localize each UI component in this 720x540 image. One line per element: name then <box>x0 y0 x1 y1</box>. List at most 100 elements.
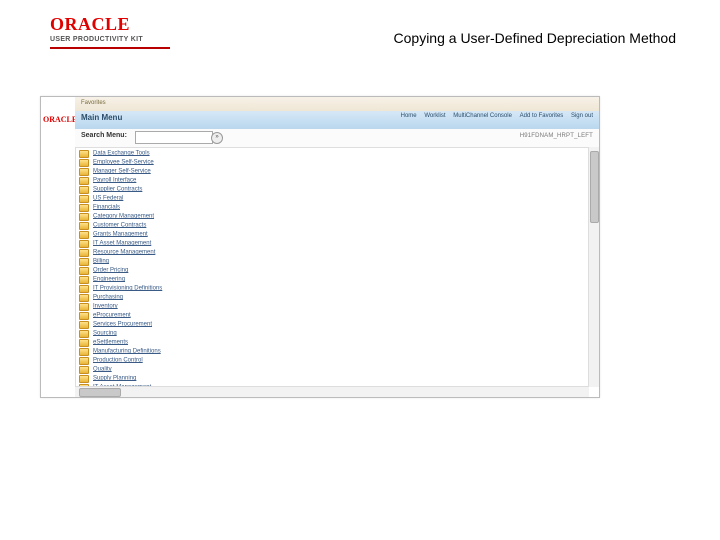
menu-item[interactable]: Services Procurement <box>79 320 589 329</box>
menu-item[interactable]: Manager Self-Service <box>79 167 589 176</box>
vertical-scrollbar[interactable] <box>588 147 599 387</box>
breadcrumb: H91FDNAM_HRPT_LEFT <box>520 133 593 139</box>
brand-word: ORACLE <box>50 14 170 35</box>
menu-item[interactable]: Manufacturing Definitions <box>79 347 589 356</box>
app-mini-logo: ORACLE <box>43 115 77 124</box>
brand-rule <box>50 47 170 49</box>
menu-item[interactable]: Grants Management <box>79 230 589 239</box>
menu-item[interactable]: Supplier Contracts <box>79 185 589 194</box>
menu-item-label: eSettlements <box>93 339 128 345</box>
menu-item-label: eProcurement <box>93 312 131 318</box>
menu-item[interactable]: eProcurement <box>79 311 589 320</box>
search-label: Search Menu: <box>81 132 127 139</box>
folder-icon <box>79 258 89 266</box>
menu-item-label: US Federal <box>93 195 123 201</box>
app-logo-column: ORACLE <box>41 97 76 397</box>
menu-item[interactable]: Category Management <box>79 212 589 221</box>
link-worklist[interactable]: Worklist <box>424 113 445 119</box>
menu-item-label: Payroll Interface <box>93 177 136 183</box>
menu-area: Data Exchange Tools Employee Self-Service… <box>75 147 589 387</box>
folder-icon <box>79 240 89 248</box>
menu-item[interactable]: eSettlements <box>79 338 589 347</box>
menu-item-label: Employee Self-Service <box>93 159 154 165</box>
menu-item-label: Resource Management <box>93 249 155 255</box>
menu-item-label: Services Procurement <box>93 321 152 327</box>
folder-icon <box>79 150 89 158</box>
menu-item[interactable]: Quality <box>79 365 589 374</box>
menu-item-label: IT Asset Management <box>93 240 151 246</box>
menu-item[interactable]: Resource Management <box>79 248 589 257</box>
folder-icon <box>79 249 89 257</box>
menu-item-label: Data Exchange Tools <box>93 150 150 156</box>
menu-item-label: Customer Contracts <box>93 222 146 228</box>
menu-item-label: Supply Planning <box>93 375 136 381</box>
folder-icon <box>79 231 89 239</box>
menu-item-label: Quality <box>93 366 112 372</box>
menu-item[interactable]: Order Pricing <box>79 266 589 275</box>
menu-item-label: Order Pricing <box>93 267 128 273</box>
menu-item[interactable]: IT Asset Management <box>79 239 589 248</box>
favorites-strip[interactable]: Favorites <box>75 97 599 112</box>
top-bar: Main Menu Home Worklist MultiChannel Con… <box>75 111 599 130</box>
menu-item[interactable]: US Federal <box>79 194 589 203</box>
folder-icon <box>79 294 89 302</box>
menu-item[interactable]: Supply Planning <box>79 374 589 383</box>
folder-icon <box>79 303 89 311</box>
brand-logo: ORACLE USER PRODUCTIVITY KIT <box>50 14 170 49</box>
folder-icon <box>79 276 89 284</box>
folder-icon <box>79 366 89 374</box>
folder-icon <box>79 195 89 203</box>
folder-icon <box>79 159 89 167</box>
menu-item-label: Supplier Contracts <box>93 186 142 192</box>
top-links: Home Worklist MultiChannel Console Add t… <box>395 113 593 119</box>
menu-item[interactable]: Production Control <box>79 356 589 365</box>
menu-item[interactable]: Data Exchange Tools <box>79 149 589 158</box>
folder-icon <box>79 186 89 194</box>
menu-item[interactable]: Billing <box>79 257 589 266</box>
link-home[interactable]: Home <box>401 113 417 119</box>
favorites-label: Favorites <box>75 97 112 106</box>
menu-item-label: Manager Self-Service <box>93 168 151 174</box>
menu-item[interactable]: IT Provisioning Definitions <box>79 284 589 293</box>
link-sign-out[interactable]: Sign out <box>571 113 593 119</box>
folder-icon <box>79 267 89 275</box>
folder-icon <box>79 339 89 347</box>
folder-icon <box>79 312 89 320</box>
search-input[interactable] <box>135 131 213 144</box>
menu-item[interactable]: Employee Self-Service <box>79 158 589 167</box>
folder-icon <box>79 168 89 176</box>
menu-item-label: Sourcing <box>93 330 117 336</box>
menu-item-label: Billing <box>93 258 109 264</box>
menu-item[interactable]: Inventory <box>79 302 589 311</box>
menu-item[interactable]: Payroll Interface <box>79 176 589 185</box>
menu-item-label: Purchasing <box>93 294 123 300</box>
horizontal-scroll-thumb[interactable] <box>79 388 121 397</box>
link-multichannel[interactable]: MultiChannel Console <box>453 113 512 119</box>
menu-item-label: IT Provisioning Definitions <box>93 285 162 291</box>
search-go-button[interactable]: » <box>211 132 223 144</box>
folder-icon <box>79 330 89 338</box>
menu-item-label: Category Management <box>93 213 154 219</box>
app-window: ORACLE Favorites Main Menu Home Worklist… <box>40 96 600 398</box>
menu-item-label: Grants Management <box>93 231 148 237</box>
menu-item[interactable]: Engineering <box>79 275 589 284</box>
brand-subtitle: USER PRODUCTIVITY KIT <box>50 36 170 43</box>
horizontal-scrollbar[interactable] <box>75 386 589 397</box>
folder-icon <box>79 204 89 212</box>
menu-item[interactable]: Sourcing <box>79 329 589 338</box>
vertical-scroll-thumb[interactable] <box>590 151 599 223</box>
folder-icon <box>79 222 89 230</box>
folder-icon <box>79 321 89 329</box>
menu-item-label: Financials <box>93 204 120 210</box>
folder-icon <box>79 348 89 356</box>
menu-list: Data Exchange Tools Employee Self-Service… <box>75 147 589 387</box>
menu-item[interactable]: Purchasing <box>79 293 589 302</box>
menu-item[interactable]: Customer Contracts <box>79 221 589 230</box>
folder-icon <box>79 177 89 185</box>
menu-item-label: Production Control <box>93 357 143 363</box>
menu-item[interactable]: Financials <box>79 203 589 212</box>
menu-item-label: Inventory <box>93 303 118 309</box>
link-add-favorites[interactable]: Add to Favorites <box>520 113 564 119</box>
folder-icon <box>79 285 89 293</box>
main-menu-label[interactable]: Main Menu <box>81 113 122 122</box>
